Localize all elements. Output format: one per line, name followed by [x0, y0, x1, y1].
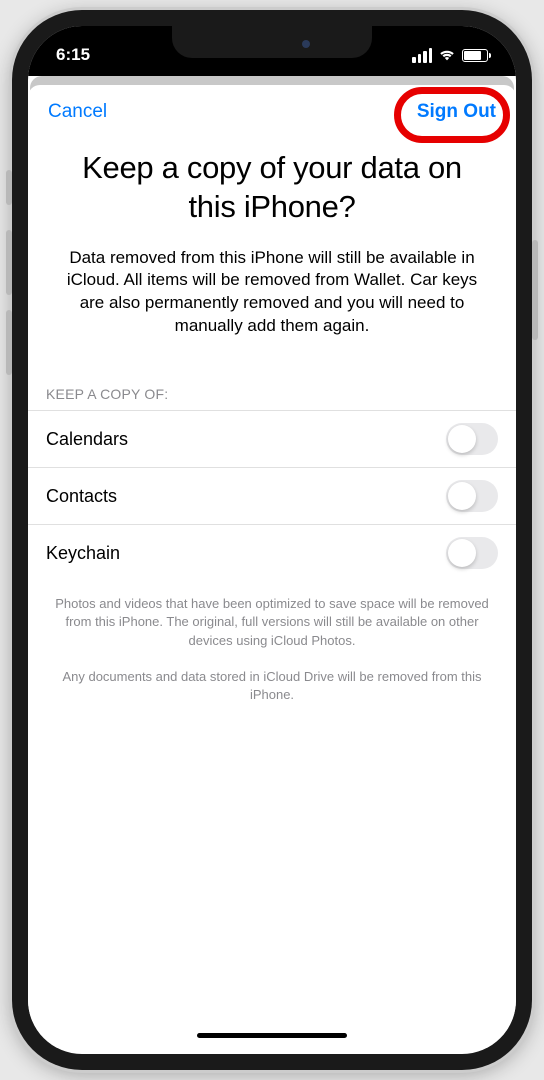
- mute-switch: [6, 170, 12, 205]
- cancel-button[interactable]: Cancel: [48, 101, 107, 123]
- footer-photos-note: Photos and videos that have been optimiz…: [28, 581, 516, 654]
- list-row-contacts: Contacts: [28, 467, 516, 524]
- page-description: Data removed from this iPhone will still…: [28, 247, 516, 379]
- page-title: Keep a copy of your data on this iPhone?: [28, 139, 516, 247]
- status-time: 6:15: [56, 45, 90, 65]
- row-label: Calendars: [46, 429, 128, 450]
- phone-screen: 6:15 Cancel Sign Out: [28, 26, 516, 1054]
- front-camera: [302, 40, 310, 48]
- notch: [172, 26, 372, 58]
- row-label: Contacts: [46, 486, 117, 507]
- section-header: KEEP A COPY OF:: [28, 378, 516, 410]
- power-button: [532, 240, 538, 340]
- home-indicator[interactable]: [197, 1033, 347, 1038]
- status-icons: [412, 48, 488, 63]
- modal-nav-bar: Cancel Sign Out: [28, 85, 516, 139]
- wifi-icon: [438, 48, 456, 62]
- list-row-keychain: Keychain: [28, 524, 516, 581]
- phone-frame: 6:15 Cancel Sign Out: [12, 10, 532, 1070]
- battery-icon: [462, 49, 488, 62]
- list-row-calendars: Calendars: [28, 410, 516, 467]
- row-label: Keychain: [46, 543, 120, 564]
- keychain-toggle[interactable]: [446, 537, 498, 569]
- calendars-toggle[interactable]: [446, 423, 498, 455]
- modal-sheet: Cancel Sign Out Keep a copy of your data…: [28, 85, 516, 1048]
- volume-up-button: [6, 230, 12, 295]
- sign-out-button[interactable]: Sign Out: [417, 101, 496, 123]
- contacts-toggle[interactable]: [446, 480, 498, 512]
- footer-icloud-drive-note: Any documents and data stored in iCloud …: [28, 654, 516, 708]
- volume-down-button: [6, 310, 12, 375]
- cellular-signal-icon: [412, 48, 432, 63]
